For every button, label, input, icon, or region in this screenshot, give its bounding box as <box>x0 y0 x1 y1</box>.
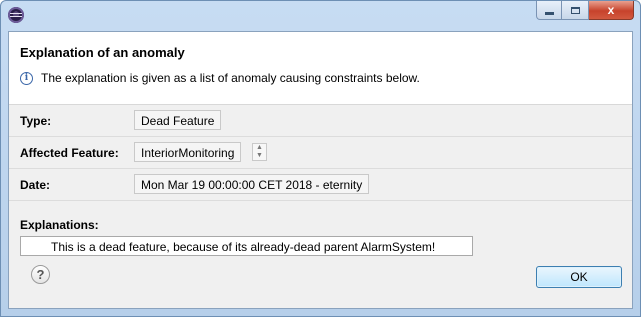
eclipse-icon <box>8 7 24 23</box>
affected-feature-field[interactable]: InteriorMonitoring <box>134 142 242 162</box>
date-field[interactable]: Mon Mar 19 00:00:00 CET 2018 - eternity <box>134 174 370 194</box>
type-label: Type: <box>20 114 52 128</box>
type-row: Type: Dead Feature <box>9 105 632 137</box>
dialog-window: x Explanation of an anomaly i The explan… <box>0 0 641 317</box>
minimize-button[interactable] <box>536 1 562 20</box>
affected-feature-row: Affected Feature: InteriorMonitoring ▲ ▼ <box>9 137 632 169</box>
dialog-body: Type: Dead Feature Affected Feature: Int… <box>9 105 632 308</box>
explanations-list[interactable]: This is a dead feature, because of its a… <box>20 236 473 256</box>
title-bar[interactable]: x <box>1 1 640 31</box>
maximize-button[interactable] <box>562 1 589 20</box>
dialog-title: Explanation of an anomaly <box>20 45 185 60</box>
list-item[interactable]: This is a dead feature, because of its a… <box>51 240 435 254</box>
stepper-down-icon[interactable]: ▼ <box>253 152 266 160</box>
explanations-label: Explanations: <box>20 218 99 232</box>
date-row: Date: Mon Mar 19 00:00:00 CET 2018 - ete… <box>9 169 632 201</box>
minimize-icon <box>544 11 554 15</box>
dialog-message: i The explanation is given as a list of … <box>20 71 420 85</box>
dialog-header: Explanation of an anomaly i The explanat… <box>9 32 632 105</box>
window-controls: x <box>536 1 634 20</box>
date-label: Date: <box>20 178 51 192</box>
affected-feature-label: Affected Feature: <box>20 146 119 160</box>
maximize-icon <box>570 6 580 14</box>
dialog-content: Explanation of an anomaly i The explanat… <box>8 31 633 309</box>
close-icon: x <box>607 3 615 17</box>
close-button[interactable]: x <box>589 1 634 20</box>
help-icon[interactable]: ? <box>31 265 50 284</box>
ok-button[interactable]: OK <box>536 266 622 288</box>
stepper-up-icon[interactable]: ▲ <box>253 144 266 152</box>
affected-feature-stepper[interactable]: ▲ ▼ <box>252 143 267 161</box>
dialog-message-text: The explanation is given as a list of an… <box>41 71 420 85</box>
type-field[interactable]: Dead Feature <box>134 110 222 130</box>
info-icon: i <box>20 71 33 85</box>
